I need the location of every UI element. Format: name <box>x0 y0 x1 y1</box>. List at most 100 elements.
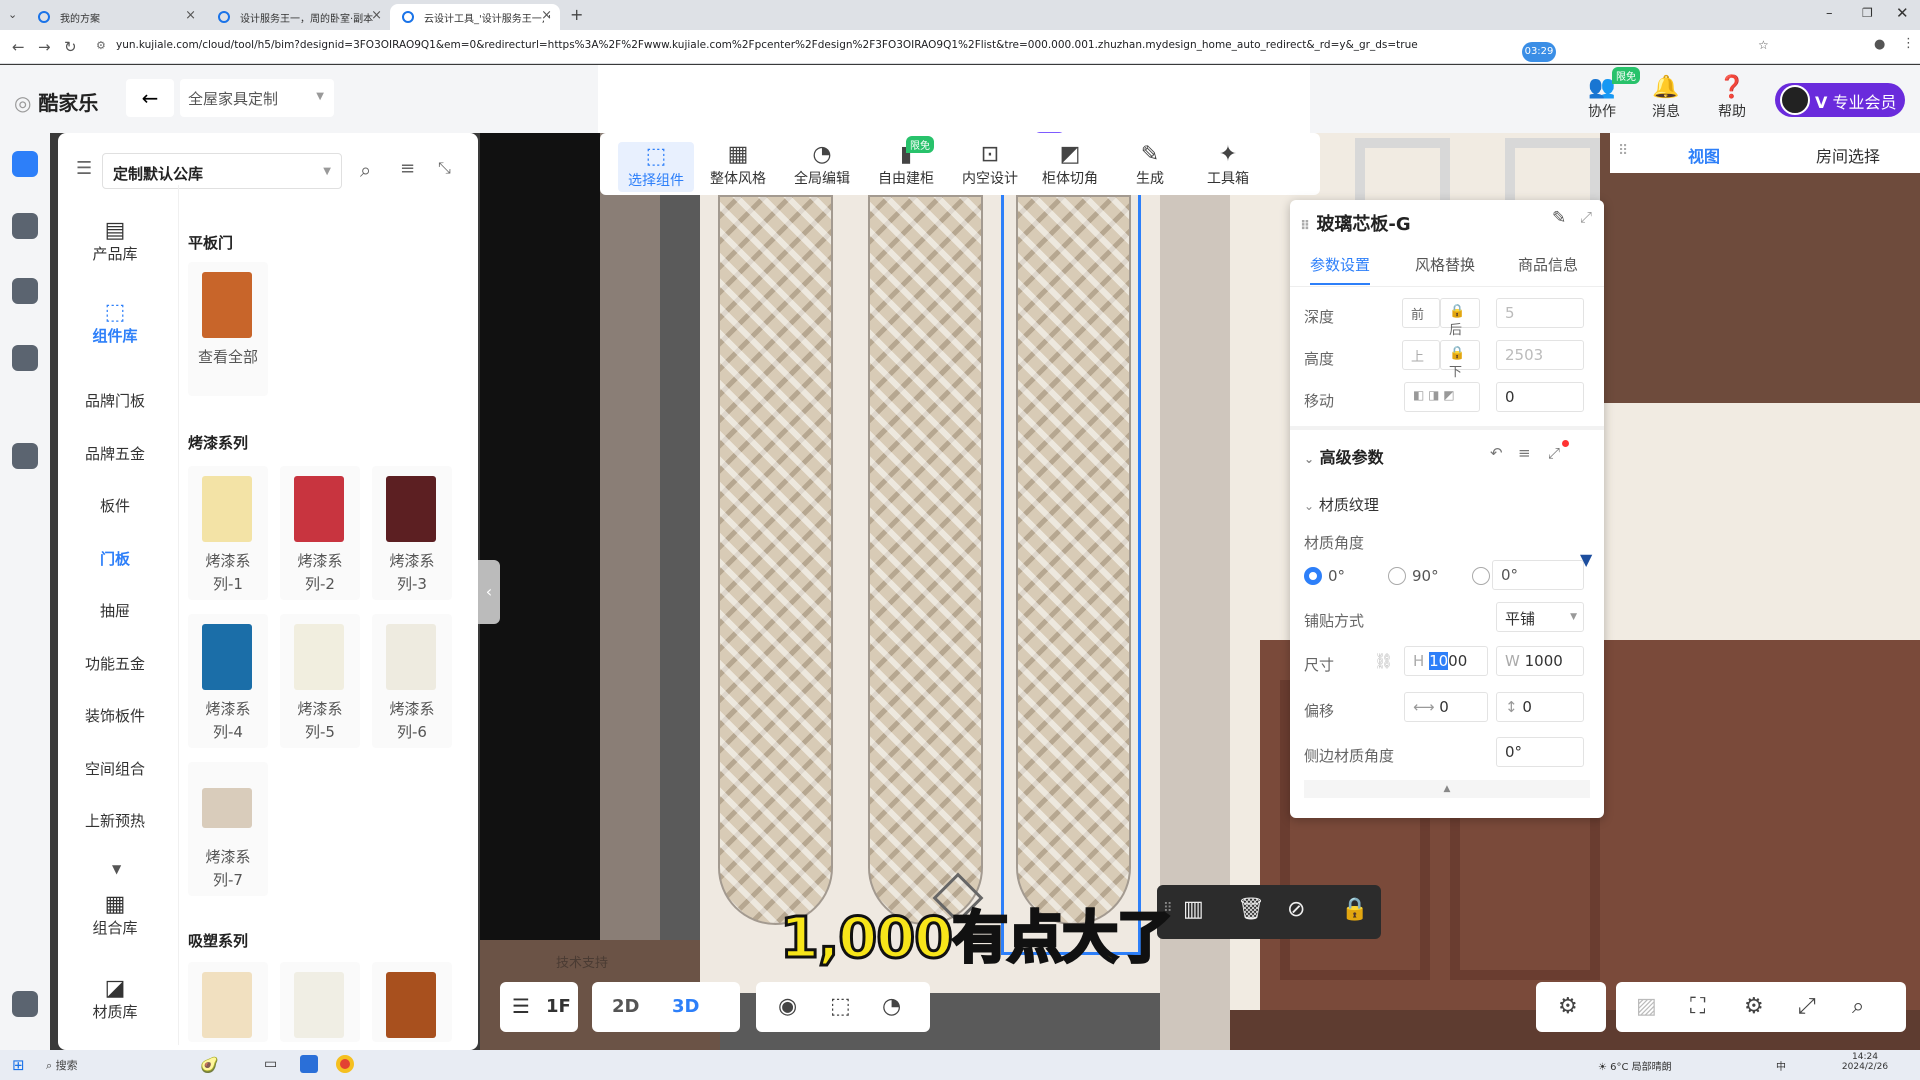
category-combo-library[interactable]: ▦ 组合库 <box>60 892 170 938</box>
door-card[interactable]: 烤漆系列-1 <box>188 466 268 600</box>
tab-params[interactable]: 参数设置 <box>1310 254 1371 285</box>
door-card[interactable]: 烤漆系列-3 <box>372 466 452 600</box>
toolbar2-button-5[interactable]: ◩ 柜体切角 <box>1032 142 1108 188</box>
eye-icon[interactable]: ◉ <box>778 994 797 1019</box>
filter-icon[interactable]: ≡ <box>400 158 415 179</box>
glass-panel-2[interactable] <box>868 195 983 925</box>
category-item[interactable]: 门板 <box>60 548 170 569</box>
toolbar2-button-4[interactable]: ⊡ 内空设计 <box>952 142 1028 188</box>
category-item[interactable]: 装饰板件 <box>60 705 170 726</box>
texture-section-toggle[interactable]: ⌄ 材质纹理 <box>1304 494 1379 515</box>
avatar[interactable] <box>1780 85 1810 115</box>
category-product-library[interactable]: ▤ 产品库 <box>60 218 170 264</box>
cabinet-icon[interactable] <box>12 345 38 371</box>
site-info-icon[interactable]: ⚙ <box>96 39 106 52</box>
move-mode-buttons[interactable]: ◧ ◨ ◩ <box>1404 382 1480 412</box>
gauge-icon[interactable]: ◔ <box>882 994 901 1019</box>
list-icon[interactable] <box>12 991 38 1017</box>
door-card[interactable] <box>188 962 268 1042</box>
edit-icon[interactable]: ✎ <box>1552 208 1566 228</box>
url-field[interactable]: yun.kujiale.com/cloud/tool/h5/bim?design… <box>116 39 1418 51</box>
v-icon[interactable] <box>12 213 38 239</box>
door-card[interactable]: 烤漆系列-5 <box>280 614 360 748</box>
door-card[interactable] <box>372 962 452 1042</box>
app-icon[interactable]: 🥑 <box>200 1056 219 1074</box>
category-component-library[interactable]: ⬚ 组件库 <box>60 300 170 346</box>
collapse-bar[interactable]: ▲ <box>1304 780 1590 798</box>
app-icon[interactable] <box>300 1055 318 1073</box>
depth-front-button[interactable]: 前 <box>1402 298 1440 328</box>
door-card[interactable]: 烤漆系列-2 <box>280 466 360 600</box>
close-tab-icon[interactable]: × <box>185 8 196 23</box>
reload-icon[interactable]: ↻ <box>64 38 77 56</box>
chrome-icon[interactable] <box>336 1055 354 1073</box>
component-icon[interactable]: ▥ <box>1183 897 1204 922</box>
zoom-icon[interactable]: ⌕ <box>1852 994 1864 1019</box>
collapse-icon[interactable]: ⤡ <box>438 158 451 178</box>
reset-icon[interactable]: ↶ <box>1490 444 1503 462</box>
category-material-library[interactable]: ◪ 材质库 <box>60 976 170 1022</box>
search-icon[interactable]: ⌕ <box>360 158 371 182</box>
door-card[interactable]: 烤漆系列-4 <box>188 614 268 748</box>
collapse-panel-button[interactable]: ‹ <box>478 560 500 624</box>
angle-90-radio[interactable] <box>1388 567 1406 585</box>
expand-icon[interactable]: ⤢ <box>1548 444 1560 462</box>
windows-start-icon[interactable]: ⊞ <box>12 1056 25 1074</box>
chevron-down-icon[interactable]: ▼ <box>112 862 121 876</box>
toolbar2-button-2[interactable]: ◔ 全局编辑 <box>784 142 860 188</box>
size-h-input[interactable]: H 1000 <box>1404 646 1488 676</box>
help-button[interactable]: ❓ 帮助 <box>1704 75 1760 121</box>
puzzle-icon[interactable] <box>12 443 38 469</box>
link-icon[interactable]: ⛓ <box>1374 652 1393 670</box>
category-item[interactable]: 功能五金 <box>60 653 170 674</box>
toolbar2-button-1[interactable]: ▦ 整体风格 <box>700 142 776 188</box>
new-tab-icon[interactable]: + <box>570 5 583 24</box>
glass-panel-1[interactable] <box>718 195 833 925</box>
close-tab-icon[interactable]: × <box>371 8 382 23</box>
taskbar-search[interactable]: ⌕ 搜索 <box>46 1057 78 1073</box>
bookmark-icon[interactable]: ☆ <box>1758 38 1769 52</box>
toolbar2-button-6[interactable]: ✎ 生成 <box>1112 142 1188 188</box>
settings-button[interactable]: ⚙ <box>1536 982 1606 1032</box>
offset-y-input[interactable]: ↕ 0 <box>1496 692 1584 722</box>
hide-icon[interactable]: ⊘ <box>1287 897 1305 922</box>
user-icon[interactable] <box>12 278 38 304</box>
tab-room-select[interactable]: 房间选择 <box>1816 143 1880 167</box>
browser-tab-3[interactable]: 云设计工具_'设计服务王一, ' × <box>390 4 560 30</box>
camera-settings-icon[interactable]: ⚙ <box>1744 994 1764 1019</box>
category-item[interactable]: 空间组合 <box>60 758 170 779</box>
category-item[interactable]: 品牌五金 <box>60 443 170 464</box>
maximize-icon[interactable]: ❐ <box>1862 6 1873 20</box>
fullscreen-icon[interactable]: ⤢ <box>1798 994 1816 1019</box>
delete-icon[interactable]: 🗑 <box>1237 897 1265 922</box>
toolbar2-button-7[interactable]: ✦ 工具箱 <box>1190 142 1266 188</box>
browser-tab-1[interactable]: 我的方案 × <box>26 4 204 30</box>
messages-button[interactable]: 🔔 消息 <box>1638 75 1694 121</box>
category-item[interactable]: 抽屉 <box>60 600 170 621</box>
box-icon[interactable]: ⬚ <box>830 994 851 1019</box>
door-card[interactable]: 烤漆系列-7 <box>188 762 268 896</box>
scheme-select[interactable]: 全屋家具定制 ▼ <box>180 79 334 117</box>
view-3d-button[interactable]: 3D <box>672 996 699 1017</box>
close-window-icon[interactable]: ✕ <box>1896 4 1909 22</box>
angle-0-radio[interactable] <box>1304 567 1322 585</box>
image-icon[interactable]: ▨ <box>1636 994 1657 1019</box>
fit-view-icon[interactable]: ⛶ <box>1690 994 1705 1019</box>
menu-icon[interactable]: ⋮ <box>1902 36 1915 51</box>
library-select[interactable]: 定制默认公库 ▼ <box>102 153 342 189</box>
tree-toggle-icon[interactable]: ☰ <box>76 158 92 179</box>
depth-input[interactable]: 5 <box>1496 298 1584 328</box>
drag-handle-icon[interactable]: ⠿ <box>1300 219 1310 234</box>
browser-tab-2[interactable]: 设计服务王一，周的卧室·副本 × <box>206 4 390 30</box>
offset-x-input[interactable]: ⟷ 0 <box>1404 692 1488 722</box>
sort-icon[interactable]: ≡ <box>1518 444 1531 462</box>
advanced-params-toggle[interactable]: ⌄ 高级参数 <box>1304 444 1384 468</box>
side-angle-input[interactable]: 0° <box>1496 737 1584 767</box>
toolbar2-button-0[interactable]: ⬚ 选择组件 <box>618 142 694 192</box>
category-item[interactable]: 上新预热 <box>60 810 170 831</box>
depth-back-button[interactable]: 🔒后 <box>1440 298 1480 338</box>
category-item[interactable]: 板件 <box>60 495 170 516</box>
floor-switch[interactable]: ☰ 1F <box>500 982 578 1032</box>
tab-style[interactable]: 风格替换 <box>1415 254 1475 275</box>
task-view-icon[interactable]: ▭ <box>264 1056 277 1072</box>
